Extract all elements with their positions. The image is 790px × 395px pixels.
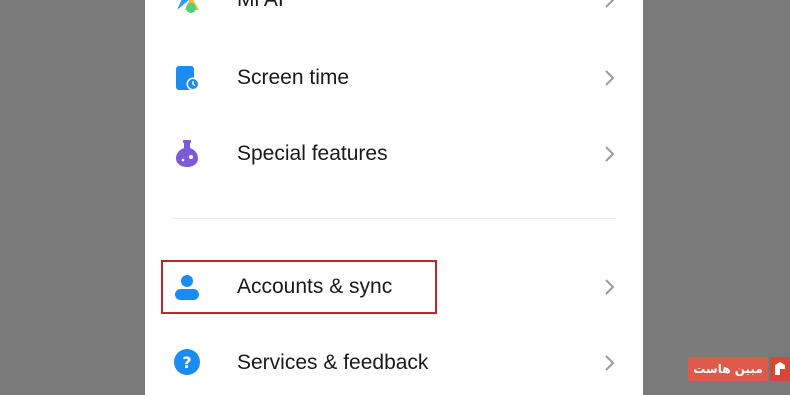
chevron-right-icon	[603, 69, 617, 87]
highlight-box	[161, 260, 437, 314]
settings-item-label: Special features	[237, 142, 388, 165]
section-divider	[173, 218, 616, 219]
chevron-right-icon	[603, 278, 617, 296]
settings-item-mi-ai[interactable]: Mi AI	[145, 0, 643, 30]
watermark-logo-icon	[770, 357, 790, 381]
settings-item-label: Mi AI	[237, 0, 284, 14]
settings-item-label: Screen time	[237, 66, 350, 89]
watermark: مبین هاست	[688, 357, 790, 381]
special-features-icon	[173, 138, 201, 167]
screen-time-icon	[173, 64, 201, 92]
chevron-right-icon	[603, 354, 617, 372]
chevron-right-icon	[603, 0, 617, 9]
settings-item-screen-time[interactable]: Screen time	[145, 48, 643, 108]
settings-item-services-feedback[interactable]: ? Services & feedback	[145, 333, 643, 393]
help-icon: ?	[173, 348, 201, 376]
settings-item-special-features[interactable]: Special features	[145, 124, 643, 184]
svg-text:?: ?	[182, 353, 191, 372]
chevron-right-icon	[603, 145, 617, 163]
mi-ai-icon	[173, 0, 201, 14]
watermark-text: مبین هاست	[688, 357, 768, 381]
settings-item-label: Services & feedback	[237, 351, 429, 374]
settings-panel: Mi AI Screen time	[145, 0, 643, 395]
